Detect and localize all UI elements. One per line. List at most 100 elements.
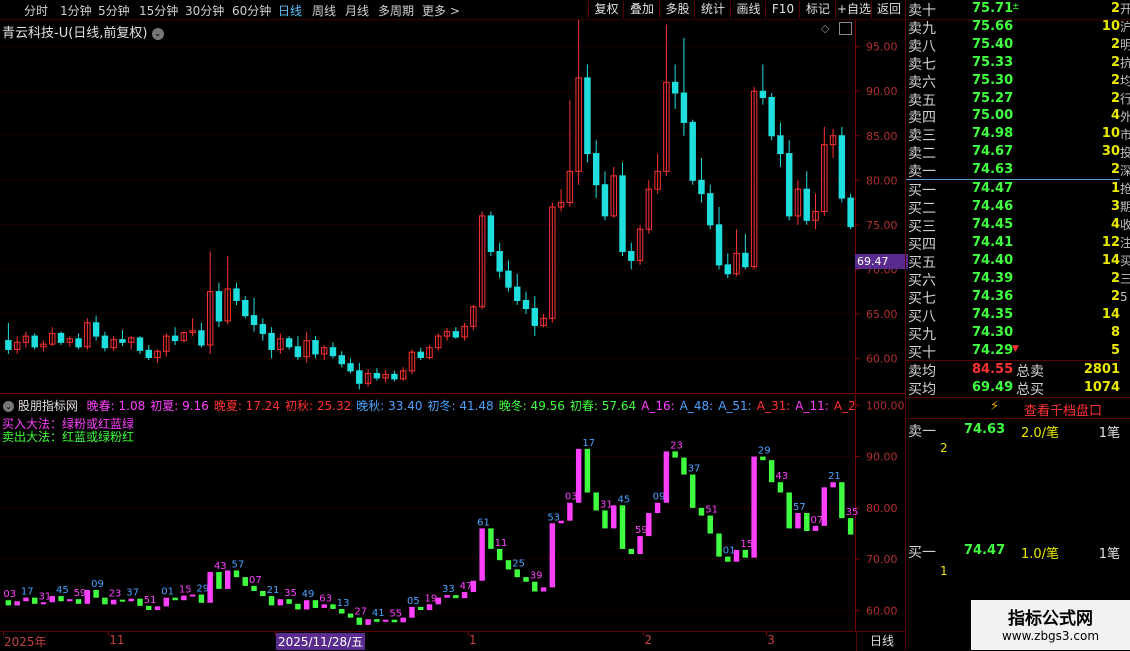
candle-body[interactable] xyxy=(671,81,679,94)
period-tab-10[interactable]: 更多 > xyxy=(422,2,460,19)
signal-bar[interactable] xyxy=(84,589,91,604)
signal-bar[interactable] xyxy=(303,600,310,610)
signal-bar[interactable] xyxy=(110,599,117,605)
candle-body[interactable] xyxy=(347,363,354,372)
signal-bar[interactable] xyxy=(672,451,678,458)
signal-bar[interactable] xyxy=(146,605,152,610)
signal-bar[interactable] xyxy=(628,548,635,555)
candle-body[interactable] xyxy=(847,197,854,228)
candle-body[interactable] xyxy=(785,153,793,217)
period-tab-8[interactable]: 月线 xyxy=(345,2,369,19)
candle-body[interactable] xyxy=(628,251,635,261)
candle-body[interactable] xyxy=(373,373,381,379)
buy-level-1[interactable]: 买二 74.46 3 xyxy=(906,198,1120,217)
signal-bar[interactable] xyxy=(654,502,661,513)
candle-body[interactable] xyxy=(592,153,600,186)
signal-bar[interactable] xyxy=(619,505,626,549)
signal-bar[interactable] xyxy=(339,608,345,614)
period-tab-4[interactable]: 30分钟 xyxy=(185,2,224,19)
buy-level-8[interactable]: 买九 74.30 8 xyxy=(906,324,1120,343)
toolbar-button-2[interactable]: 多股 xyxy=(659,1,695,18)
buy-level-4[interactable]: 买五 74.40 14 xyxy=(906,252,1120,271)
candle-body[interactable] xyxy=(680,92,688,123)
signal-bar[interactable] xyxy=(821,487,828,526)
window-toggle-icon[interactable] xyxy=(839,22,852,35)
period-tab-7[interactable]: 周线 xyxy=(312,2,336,19)
period-tab-5[interactable]: 60分钟 xyxy=(232,2,271,19)
candle-body[interactable] xyxy=(92,322,100,337)
sell-level-2[interactable]: 卖八 75.40 2 xyxy=(906,36,1120,55)
signal-bar[interactable] xyxy=(532,581,538,592)
signal-bar[interactable] xyxy=(470,580,477,593)
signal-bar[interactable] xyxy=(286,599,292,604)
candle-body[interactable] xyxy=(250,315,258,326)
candle-body[interactable] xyxy=(136,337,144,351)
signal-bar[interactable] xyxy=(593,492,599,511)
sell-level-9[interactable]: 卖一 74.63 2 xyxy=(906,161,1120,180)
toolbar-button-3[interactable]: 统计 xyxy=(694,1,731,18)
candle-body[interactable] xyxy=(759,90,767,98)
period-tab-1[interactable]: 1分钟 xyxy=(60,2,92,19)
candle-body[interactable] xyxy=(312,340,319,355)
buy-level-7[interactable]: 买八 74.35 14 xyxy=(906,306,1120,325)
signal-bar[interactable] xyxy=(488,528,494,549)
signal-bar[interactable] xyxy=(67,599,73,602)
candle-body[interactable] xyxy=(715,224,723,266)
signal-bar[interactable] xyxy=(31,597,38,604)
signal-bar[interactable] xyxy=(567,502,573,521)
candle-body[interactable] xyxy=(601,184,609,217)
candle-body[interactable] xyxy=(584,77,591,155)
signal-bar[interactable] xyxy=(295,603,301,610)
signal-bar[interactable] xyxy=(391,619,398,623)
signal-bar[interactable] xyxy=(172,597,178,601)
candle-body[interactable] xyxy=(496,251,503,272)
signal-bar[interactable] xyxy=(347,613,354,618)
signal-bar[interactable] xyxy=(277,599,284,606)
signal-bar[interactable] xyxy=(496,548,503,561)
candle-body[interactable] xyxy=(285,338,293,348)
candle-body[interactable] xyxy=(119,339,126,343)
sell-level-6[interactable]: 卖四 75.00 4 xyxy=(906,107,1120,126)
sell-level-5[interactable]: 卖五 75.27 2 xyxy=(906,90,1120,109)
signal-bar[interactable] xyxy=(102,597,108,605)
candle-body[interactable] xyxy=(145,349,152,358)
sell-level-4[interactable]: 卖六 75.30 2 xyxy=(906,72,1120,91)
signal-bar[interactable] xyxy=(233,570,240,578)
period-label[interactable]: 日线 xyxy=(856,632,907,651)
toolbar-button-7[interactable]: +自选 xyxy=(835,1,872,18)
signal-bar[interactable] xyxy=(321,604,327,608)
signal-bar[interactable] xyxy=(189,594,196,597)
sell-level-1[interactable]: 卖九 75.66 10 xyxy=(906,18,1120,37)
signal-bar[interactable] xyxy=(479,528,485,581)
signal-bar[interactable] xyxy=(181,595,187,601)
signal-bar[interactable] xyxy=(5,600,12,606)
signal-bar[interactable] xyxy=(216,572,222,589)
signal-bar[interactable] xyxy=(137,598,143,606)
toolbar-button-6[interactable]: 标记 xyxy=(799,1,836,18)
candle-body[interactable] xyxy=(31,335,38,348)
signal-bar[interactable] xyxy=(742,549,749,558)
candle-body[interactable] xyxy=(487,215,495,253)
candle-body[interactable] xyxy=(417,351,424,358)
queue-button[interactable]: 查看千档盘口 xyxy=(1024,400,1102,419)
signal-bar[interactable] xyxy=(602,510,608,529)
signal-bar[interactable] xyxy=(365,619,371,625)
signal-bar[interactable] xyxy=(584,448,591,493)
signal-bar[interactable] xyxy=(224,570,231,589)
signal-bar[interactable] xyxy=(374,619,380,622)
candle-body[interactable] xyxy=(171,335,179,342)
signal-bar[interactable] xyxy=(768,460,775,483)
candle-body[interactable] xyxy=(294,346,302,358)
signal-bar[interactable] xyxy=(707,515,713,534)
signal-bar[interactable] xyxy=(540,587,547,592)
signal-bar[interactable] xyxy=(14,601,20,606)
signal-bar[interactable] xyxy=(461,592,468,599)
candle-body[interactable] xyxy=(233,288,240,301)
candle-body[interactable] xyxy=(268,332,275,350)
signal-bar[interactable] xyxy=(689,474,696,508)
toolbar-button-5[interactable]: F10 xyxy=(765,1,800,18)
candle-body[interactable] xyxy=(101,335,109,349)
signal-bar[interactable] xyxy=(128,598,134,602)
signal-bar[interactable] xyxy=(75,599,82,604)
signal-bar[interactable] xyxy=(637,536,643,555)
